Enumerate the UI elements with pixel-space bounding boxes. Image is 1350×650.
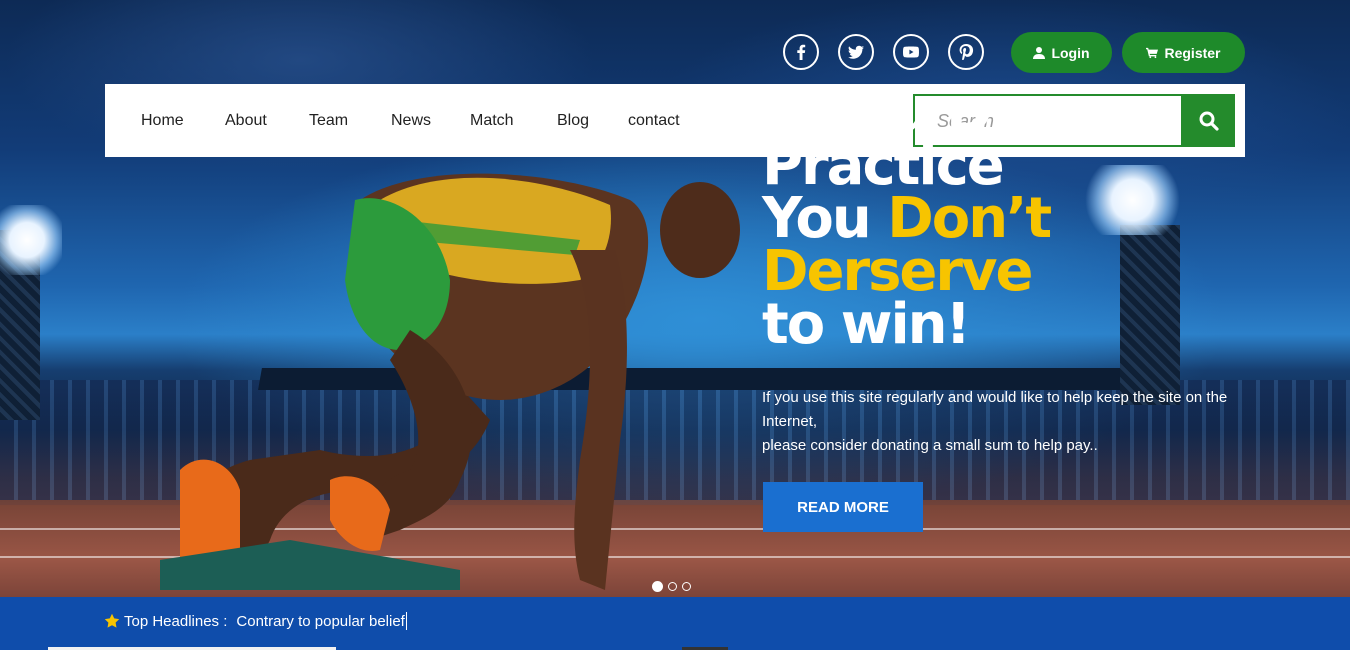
text-caret [405, 612, 407, 630]
hero-description-line1: If you use this site regularly and would… [762, 389, 1228, 430]
register-label: Register [1164, 44, 1221, 61]
slider-dots [652, 581, 691, 592]
hero-headline-line2: Practice [762, 133, 1005, 198]
nav-item-blog[interactable]: Blog [557, 112, 589, 130]
nav-item-match[interactable]: Match [470, 112, 514, 130]
cart-icon [1146, 47, 1159, 58]
nav-item-news[interactable]: News [391, 112, 431, 130]
hero-description-line2: please consider donating a small sum to … [762, 437, 1098, 454]
hero-headline-line1-wrap: If You Don’t [762, 108, 1182, 139]
facebook-button[interactable] [783, 34, 819, 70]
hero-headline-line5: to win! [762, 292, 971, 357]
hero-headline-line3: You Don’t [762, 191, 1182, 247]
ticker-content: Top Headlines : Contrary to popular beli… [104, 612, 407, 630]
search-button[interactable] [1183, 94, 1235, 147]
pinterest-button[interactable] [948, 34, 984, 70]
youtube-button[interactable] [893, 34, 929, 70]
youtube-icon [903, 46, 919, 58]
search-icon [1199, 111, 1219, 131]
slider-dot-2[interactable] [668, 582, 677, 591]
slider-dot-1[interactable] [652, 581, 663, 592]
hero-headline-line1: If You Don’t [762, 108, 1111, 139]
twitter-icon [848, 45, 864, 59]
ticker-label: Top Headlines : [124, 612, 228, 630]
hero-headline-line4: Derserve [762, 239, 1034, 304]
hero-description: If you use this site regularly and would… [762, 386, 1272, 458]
read-more-button[interactable]: READ MORE [763, 482, 923, 532]
slider-dot-3[interactable] [682, 582, 691, 591]
sprinter-image [160, 173, 740, 590]
register-button[interactable]: Register [1122, 32, 1245, 73]
user-icon [1033, 46, 1046, 59]
twitter-button[interactable] [838, 34, 874, 70]
star-icon [104, 613, 120, 628]
floodlight-left [0, 205, 62, 275]
hero-headline: If You Don’t Practice You Don’t Derserve… [762, 108, 1182, 357]
pinterest-icon [959, 44, 974, 60]
headline-ticker: Top Headlines : Contrary to popular beli… [0, 597, 1350, 650]
nav-item-team[interactable]: Team [309, 112, 348, 130]
ticker-headline[interactable]: Contrary to popular belief [236, 613, 404, 630]
nav-item-home[interactable]: Home [141, 112, 184, 130]
nav-item-contact[interactable]: contact [628, 112, 680, 130]
login-label: Login [1051, 44, 1090, 61]
nav-item-about[interactable]: About [225, 112, 267, 130]
login-button[interactable]: Login [1011, 32, 1112, 73]
facebook-icon [797, 44, 806, 60]
